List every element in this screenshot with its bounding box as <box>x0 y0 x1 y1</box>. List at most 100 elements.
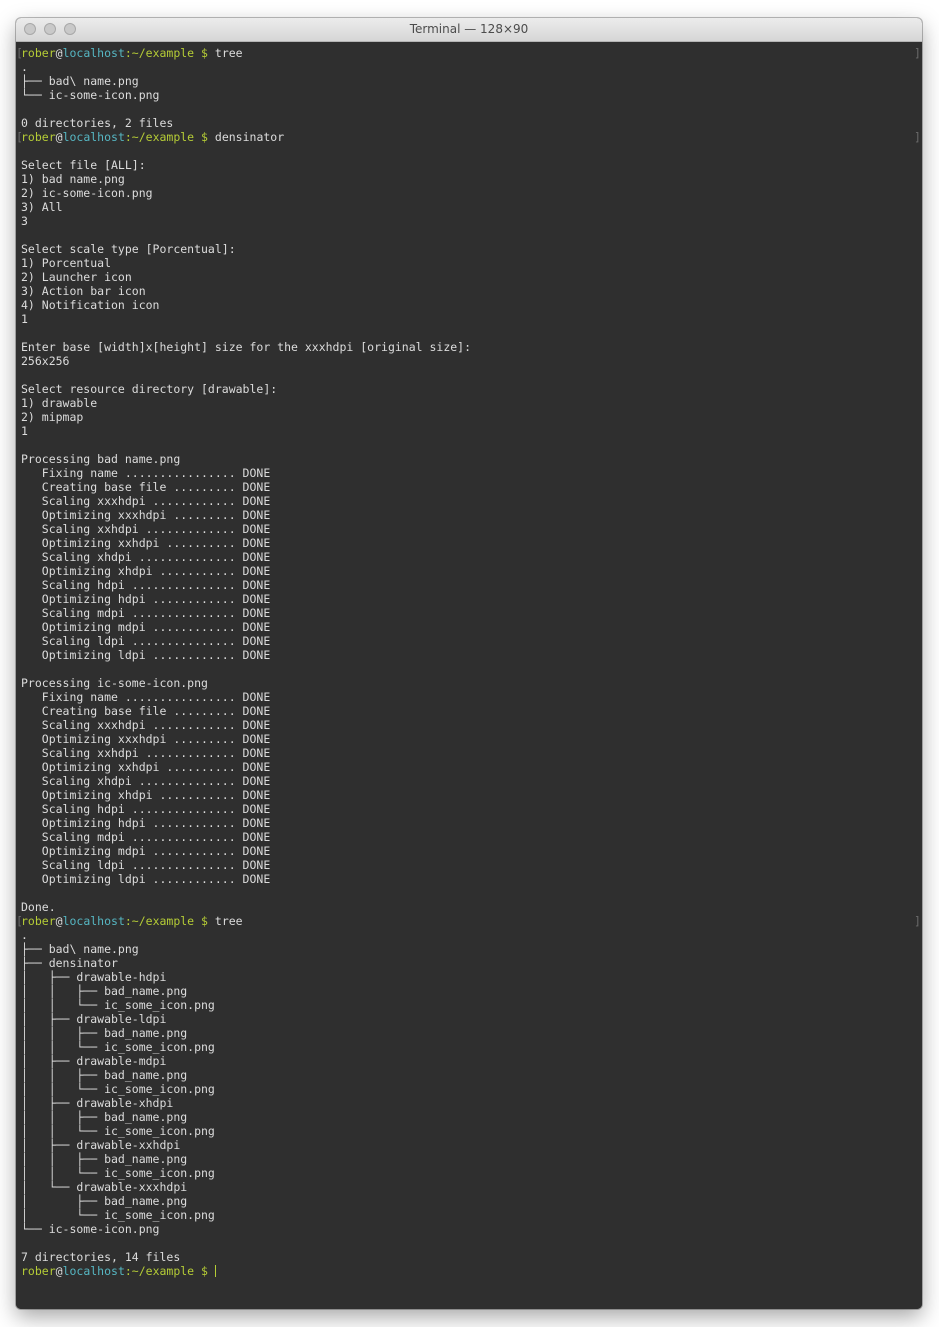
prompt-line: rober@localhost:~/example $ densinator <box>21 130 471 144</box>
output-line: └── ic-some-icon.png <box>21 1222 160 1236</box>
output-line: Optimizing xxxhdpi ......... DONE <box>21 732 271 746</box>
output-line: Done. <box>21 900 56 914</box>
output-line: │ │ └── ic_some_icon.png <box>21 1040 215 1054</box>
output-line: 2) Launcher icon <box>21 270 132 284</box>
output-line: Scaling ldpi ............... DONE <box>21 634 271 648</box>
output-line: │ │ ├── bad_name.png <box>21 1152 188 1166</box>
output-line: │ └── ic_some_icon.png <box>21 1208 215 1222</box>
output-line: 3) Action bar icon <box>21 284 146 298</box>
output-line: 7 directories, 14 files <box>21 1250 181 1264</box>
output-line: │ ├── drawable-xhdpi <box>21 1096 174 1110</box>
output-line: 1 <box>21 312 28 326</box>
cursor <box>214 1265 216 1277</box>
prompt-line: rober@localhost:~/example $ tree <box>21 46 471 60</box>
output-line: Optimizing hdpi ............ DONE <box>21 592 271 606</box>
output-line: Scaling hdpi ............... DONE <box>21 578 271 592</box>
output-line: Processing ic-some-icon.png <box>21 676 208 690</box>
active-prompt-line: rober@localhost:~/example $ <box>21 1264 471 1278</box>
output-line: Scaling xxhdpi ............. DONE <box>21 522 271 536</box>
terminal-screen[interactable]: rober@localhost:~/example $ tree. ├── bad… <box>16 42 922 1309</box>
output-line: │ ├── drawable-xxhdpi <box>21 1138 181 1152</box>
output-line: . <box>21 60 28 74</box>
output-line: Select scale type [Porcentual]: <box>21 242 236 256</box>
output-line: Optimizing ldpi ............ DONE <box>21 872 271 886</box>
output-line: Optimizing xxhdpi .......... DONE <box>21 536 271 550</box>
output-line: Creating base file ......... DONE <box>21 480 271 494</box>
title-bar: Terminal — 128×90 <box>16 18 922 42</box>
output-line: Scaling xhdpi .............. DONE <box>21 774 271 788</box>
prompt-user: rober <box>21 130 56 144</box>
output-line: Scaling mdpi ............... DONE <box>21 830 271 844</box>
output-line: │ ├── drawable-ldpi <box>21 1012 167 1026</box>
prompt-user: rober <box>21 1264 56 1278</box>
prompt-user: rober <box>21 914 56 928</box>
prompt-path: :~/example <box>124 130 195 144</box>
output-line: Optimizing xhdpi ........... DONE <box>21 564 271 578</box>
terminal-output: rober@localhost:~/example $ tree. ├── bad… <box>21 46 471 1278</box>
prompt-mark-left: [ <box>16 130 23 144</box>
prompt-symbol: $ <box>194 914 215 928</box>
output-line: └── ic-some-icon.png <box>21 88 160 102</box>
output-line: 3) All <box>21 200 63 214</box>
output-line: Fixing name ................ DONE <box>21 690 271 704</box>
output-line: │ │ ├── bad_name.png <box>21 984 188 998</box>
prompt-mark-left: [ <box>16 914 23 928</box>
prompt-at: @ <box>55 46 63 60</box>
prompt-at: @ <box>55 1264 63 1278</box>
command-text: densinator <box>214 130 285 144</box>
output-line: 1) drawable <box>21 396 98 410</box>
output-line: 2) mipmap <box>21 410 84 424</box>
prompt-symbol: $ <box>194 1264 215 1278</box>
prompt-host: localhost <box>62 914 125 928</box>
output-line: Optimizing xxhdpi .......... DONE <box>21 760 271 774</box>
output-line: Scaling xxxhdpi ............ DONE <box>21 718 271 732</box>
output-line: │ ├── drawable-hdpi <box>21 970 167 984</box>
output-line: 2) ic-some-icon.png <box>21 186 153 200</box>
output-line: Optimizing mdpi ............ DONE <box>21 844 271 858</box>
prompt-mark-right: ] <box>914 130 921 144</box>
output-line: Optimizing xxxhdpi ......... DONE <box>21 508 271 522</box>
output-line: Scaling xxhdpi ............. DONE <box>21 746 271 760</box>
terminal-window: Terminal — 128×90 rober@localhost:~/exam… <box>16 18 922 1309</box>
prompt-user: rober <box>21 46 56 60</box>
output-line: Scaling hdpi ............... DONE <box>21 802 271 816</box>
output-line: │ │ ├── bad_name.png <box>21 1068 188 1082</box>
prompt-mark-left: [ <box>16 46 23 60</box>
output-line: 1) Porcentual <box>21 256 112 270</box>
output-line: ├── bad\ name.png <box>21 942 139 956</box>
prompt-line: rober@localhost:~/example $ tree <box>21 914 471 928</box>
command-text: tree <box>214 914 243 928</box>
prompt-mark-right: ] <box>914 914 921 928</box>
output-line: │ │ └── ic_some_icon.png <box>21 998 215 1012</box>
output-line: │ │ └── ic_some_icon.png <box>21 1124 215 1138</box>
output-line: Select file [ALL]: <box>21 158 146 172</box>
window-title: Terminal — 128×90 <box>409 22 529 36</box>
prompt-host: localhost <box>62 1264 125 1278</box>
output-line: ├── bad\ name.png <box>21 74 139 88</box>
output-line: 0 directories, 2 files <box>21 116 174 130</box>
output-line: Scaling mdpi ............... DONE <box>21 606 271 620</box>
output-line: Scaling ldpi ............... DONE <box>21 858 271 872</box>
output-line: Scaling xxxhdpi ............ DONE <box>21 494 271 508</box>
output-line: 1) bad name.png <box>21 172 125 186</box>
output-line: │ │ ├── bad_name.png <box>21 1026 188 1040</box>
output-line: │ │ ├── bad_name.png <box>21 1110 188 1124</box>
output-line: Optimizing xhdpi ........... DONE <box>21 788 271 802</box>
prompt-symbol: $ <box>194 46 215 60</box>
output-line: Scaling xhdpi .............. DONE <box>21 550 271 564</box>
command-text: tree <box>214 46 243 60</box>
output-line: 1 <box>21 424 28 438</box>
output-line: Creating base file ......... DONE <box>21 704 271 718</box>
prompt-at: @ <box>55 914 63 928</box>
output-line: Optimizing hdpi ............ DONE <box>21 816 271 830</box>
prompt-path: :~/example <box>124 1264 195 1278</box>
prompt-mark-right: ] <box>914 46 921 60</box>
